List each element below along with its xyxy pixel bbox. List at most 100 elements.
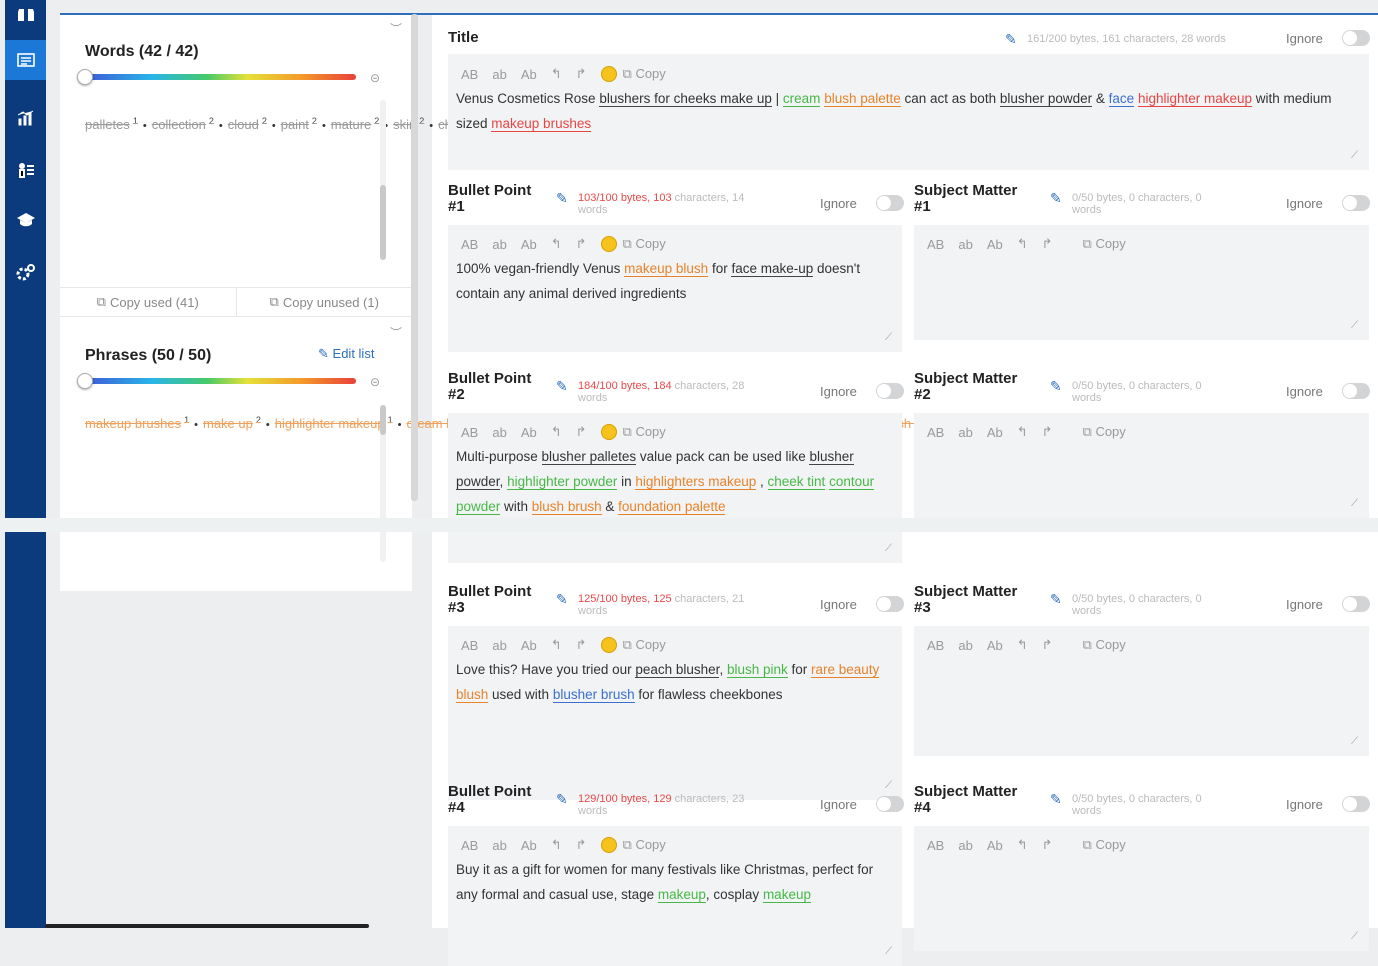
words-tag[interactable]: cloud 2 <box>228 116 267 132</box>
ignore-toggle[interactable] <box>1342 796 1370 812</box>
phrases-scrollbar[interactable] <box>380 405 386 562</box>
redo-icon[interactable]: ↱ <box>1042 637 1053 653</box>
listing-icon[interactable] <box>5 40 46 80</box>
undo-icon[interactable]: ↰ <box>551 837 562 853</box>
title-text[interactable]: Venus Cosmetics Rose blushers for cheeks… <box>456 86 1361 136</box>
bullet-text[interactable]: Buy it as a gift for women for many fest… <box>456 857 896 907</box>
titlecase-button[interactable]: Ab <box>521 638 537 653</box>
bullet-text[interactable]: Love this? Have you tried our peach blus… <box>456 657 896 707</box>
lowercase-button[interactable]: ab <box>492 638 506 653</box>
titlecase-button[interactable]: Ab <box>521 237 537 252</box>
titlecase-button[interactable]: Ab <box>521 838 537 853</box>
uppercase-button[interactable]: AB <box>927 638 944 653</box>
titlecase-button[interactable]: Ab <box>987 638 1003 653</box>
bullet-text[interactable]: Multi-purpose blusher palletes value pac… <box>456 444 896 519</box>
undo-icon[interactable]: ↰ <box>1017 236 1028 252</box>
pencil-icon[interactable]: ✎ <box>1050 792 1062 806</box>
emoji-icon[interactable] <box>600 66 617 82</box>
uppercase-button[interactable]: AB <box>927 425 944 440</box>
ignore-toggle[interactable] <box>1342 30 1370 46</box>
resize-handle[interactable]: ⟋ <box>885 780 892 791</box>
undo-icon[interactable]: ↰ <box>1017 837 1028 853</box>
horizontal-scrollbar[interactable] <box>45 924 369 928</box>
uppercase-button[interactable]: AB <box>461 425 478 440</box>
phrases-tag[interactable]: make up 2 <box>203 415 261 431</box>
resize-handle[interactable]: ⟋ <box>1351 931 1358 942</box>
undo-icon[interactable]: ↰ <box>1017 424 1028 440</box>
edit-list-button[interactable]: ✎ Edit list <box>318 346 374 362</box>
titlecase-button[interactable]: Ab <box>521 67 537 82</box>
redo-icon[interactable]: ↱ <box>1042 837 1053 853</box>
undo-icon[interactable]: ↰ <box>551 66 562 82</box>
copy-unused-button[interactable]: ⧉ Copy unused (1) <box>235 288 413 316</box>
lowercase-button[interactable]: ab <box>958 425 972 440</box>
undo-icon[interactable]: ↰ <box>551 637 562 653</box>
binoculars-icon[interactable] <box>5 0 46 34</box>
resize-handle[interactable]: ⟋ <box>885 946 892 957</box>
bullet-text[interactable]: 100% vegan-friendly Venus makeup blush f… <box>456 256 896 306</box>
resize-handle[interactable]: ⟋ <box>1351 320 1358 331</box>
uppercase-button[interactable]: AB <box>461 638 478 653</box>
words-tag[interactable]: mature 2 <box>331 116 379 132</box>
lowercase-button[interactable]: ab <box>492 67 506 82</box>
emoji-icon[interactable] <box>600 837 617 853</box>
ignore-toggle[interactable] <box>1342 383 1370 399</box>
phrases-slider-knob[interactable] <box>77 373 93 389</box>
redo-icon[interactable]: ↱ <box>576 236 587 252</box>
titlecase-button[interactable]: Ab <box>987 237 1003 252</box>
uppercase-button[interactable]: AB <box>461 237 478 252</box>
pencil-icon[interactable]: ✎ <box>556 592 568 606</box>
uppercase-button[interactable]: AB <box>461 67 478 82</box>
pencil-icon[interactable]: ✎ <box>1050 592 1062 606</box>
pencil-icon[interactable]: ✎ <box>1050 191 1062 205</box>
undo-icon[interactable]: ↰ <box>1017 637 1028 653</box>
uppercase-button[interactable]: AB <box>927 237 944 252</box>
resize-handle[interactable]: ⟋ <box>1351 498 1358 509</box>
titlecase-button[interactable]: Ab <box>521 425 537 440</box>
lowercase-button[interactable]: ab <box>958 838 972 853</box>
redo-icon[interactable]: ↱ <box>576 424 587 440</box>
lowercase-button[interactable]: ab <box>492 425 506 440</box>
titlecase-button[interactable]: Ab <box>987 425 1003 440</box>
words-tag[interactable]: skin 2 <box>393 116 424 132</box>
words-tag[interactable]: paint 2 <box>281 116 317 132</box>
academy-icon[interactable] <box>5 200 46 240</box>
link-icon[interactable]: ⊝ <box>370 375 380 389</box>
copy-button[interactable]: ⧉ Copy <box>623 66 666 82</box>
lowercase-button[interactable]: ab <box>492 838 506 853</box>
analytics-icon[interactable] <box>5 98 46 138</box>
ignore-toggle[interactable] <box>1342 596 1370 612</box>
emoji-icon[interactable] <box>600 637 617 653</box>
uppercase-button[interactable]: AB <box>461 838 478 853</box>
copy-button[interactable]: ⧉ Copy <box>1083 236 1126 252</box>
resize-handle[interactable]: ⟋ <box>1351 150 1358 161</box>
copy-button[interactable]: ⧉ Copy <box>1083 837 1126 853</box>
copy-button[interactable]: ⧉ Copy <box>623 424 666 440</box>
copy-used-button[interactable]: ⧉ Copy used (41) <box>60 288 236 316</box>
emoji-icon[interactable] <box>600 424 617 440</box>
titlecase-button[interactable]: Ab <box>987 838 1003 853</box>
words-tag[interactable]: collection 2 <box>152 116 214 132</box>
ignore-toggle[interactable] <box>1342 195 1370 211</box>
uppercase-button[interactable]: AB <box>927 838 944 853</box>
keywords-icon[interactable] <box>5 150 46 190</box>
redo-icon[interactable]: ↱ <box>576 837 587 853</box>
pencil-icon[interactable]: ✎ <box>556 191 568 205</box>
pencil-icon[interactable]: ✎ <box>1050 379 1062 393</box>
link-icon[interactable]: ⊝ <box>370 71 380 85</box>
resize-handle[interactable]: ⟋ <box>885 332 892 343</box>
words-slider-knob[interactable] <box>77 69 93 85</box>
redo-icon[interactable]: ↱ <box>576 66 587 82</box>
settings-icon[interactable] <box>5 252 46 292</box>
copy-button[interactable]: ⧉ Copy <box>623 236 666 252</box>
collapse-words-icon[interactable]: ︶ <box>390 20 402 37</box>
copy-button[interactable]: ⧉ Copy <box>1083 637 1126 653</box>
words-scrollbar[interactable] <box>380 100 386 260</box>
undo-icon[interactable]: ↰ <box>551 236 562 252</box>
undo-icon[interactable]: ↰ <box>551 424 562 440</box>
ignore-toggle[interactable] <box>876 796 904 812</box>
words-tag[interactable]: palletes 1 <box>85 116 138 132</box>
resize-handle[interactable]: ⟋ <box>1351 736 1358 747</box>
lowercase-button[interactable]: ab <box>492 237 506 252</box>
copy-button[interactable]: ⧉ Copy <box>623 837 666 853</box>
